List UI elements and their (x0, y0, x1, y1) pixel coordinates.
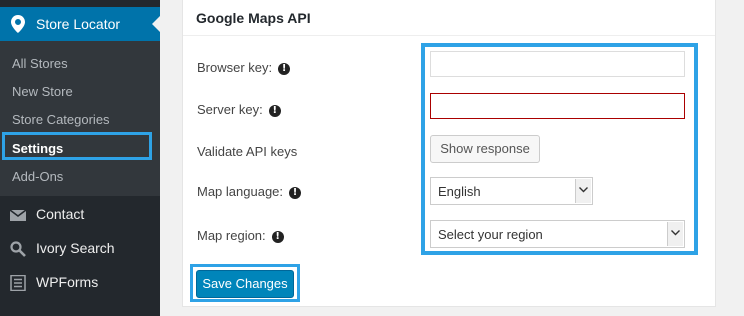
panel-divider (183, 35, 715, 36)
browser-key-input[interactable] (430, 51, 685, 77)
admin-sidebar: Store Locator All Stores New Store Store… (0, 0, 160, 316)
map-region-value: Select your region (438, 227, 543, 242)
browser-key-label: Browser key:! (197, 60, 291, 75)
map-language-select[interactable]: English (430, 177, 593, 205)
store-locator-submenu: All Stores New Store Store Categories Se… (0, 41, 160, 196)
save-changes-button[interactable]: Save Changes (196, 270, 294, 298)
envelope-icon (10, 209, 26, 221)
submenu-store-categories[interactable]: Store Categories (12, 112, 110, 127)
map-language-value: English (438, 184, 481, 199)
menu-wpforms[interactable]: WPForms (0, 266, 160, 300)
info-icon[interactable]: ! (268, 105, 281, 117)
submenu-new-store[interactable]: New Store (12, 84, 73, 99)
map-region-label: Map region:! (197, 228, 284, 243)
menu-store-locator-label: Store Locator (36, 16, 121, 32)
menu-wpforms-label: WPForms (36, 274, 99, 290)
submenu-all-stores[interactable]: All Stores (12, 56, 68, 71)
validate-api-keys-label: Validate API keys (197, 144, 298, 159)
menu-ivory-search-label: Ivory Search (36, 240, 115, 256)
map-pin-icon (11, 15, 25, 33)
info-icon[interactable]: ! (278, 63, 291, 75)
server-key-label: Server key:! (197, 102, 281, 117)
chevron-down-icon (579, 187, 588, 193)
menu-ivory-search[interactable]: Ivory Search (0, 232, 160, 266)
menu-store-locator[interactable]: Store Locator (0, 7, 160, 41)
submenu-add-ons[interactable]: Add-Ons (12, 169, 63, 184)
current-menu-arrow (152, 16, 160, 32)
map-language-label: Map language:! (197, 184, 302, 199)
info-icon[interactable]: ! (271, 231, 284, 243)
map-region-select[interactable]: Select your region (430, 220, 685, 248)
show-response-button[interactable]: Show response (430, 135, 540, 163)
menu-contact[interactable]: Contact (0, 198, 160, 232)
panel-title: Google Maps API (196, 10, 311, 26)
chevron-down-icon (671, 230, 680, 236)
menu-contact-label: Contact (36, 206, 85, 222)
server-key-input[interactable] (430, 93, 685, 119)
search-icon (10, 241, 26, 257)
info-icon[interactable]: ! (289, 187, 302, 199)
settings-highlight-box (2, 132, 152, 160)
form-icon (10, 275, 26, 291)
